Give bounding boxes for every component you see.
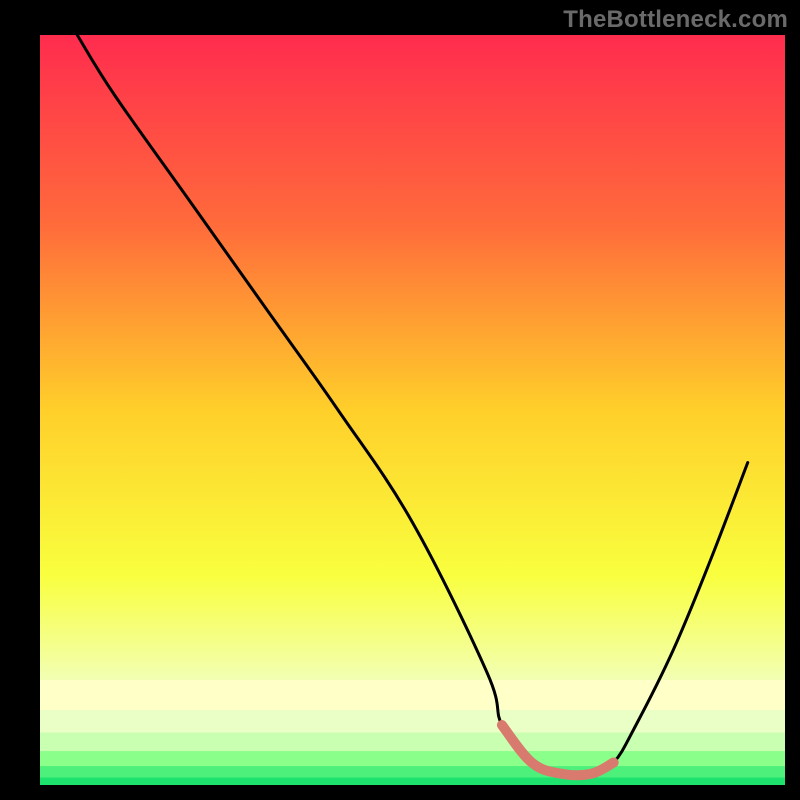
green-band [40,680,785,710]
green-band [40,710,785,733]
green-band [40,766,785,777]
bottom-green-bands [40,680,785,785]
green-band [40,733,785,752]
green-band [40,778,785,786]
chart-stage: TheBottleneck.com [0,0,800,800]
green-band [40,751,785,766]
bottleneck-plot [0,0,800,800]
watermark-text: TheBottleneck.com [563,6,788,34]
